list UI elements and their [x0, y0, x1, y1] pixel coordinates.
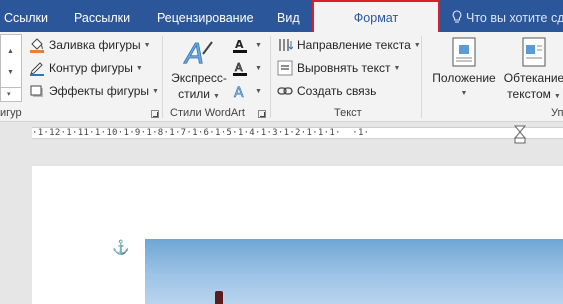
- align-text-label: Выровнять текст: [297, 61, 391, 75]
- tab-view[interactable]: Вид: [277, 0, 300, 32]
- express-styles-label-1: Экспресс-: [171, 71, 227, 85]
- scroll-up-icon[interactable]: ▲: [7, 48, 14, 55]
- text-fill-button[interactable]: A ▼: [232, 35, 262, 55]
- wordart-launcher-icon[interactable]: [258, 110, 266, 118]
- shape-gallery-scroll[interactable]: ▲ ▼ ▾: [0, 34, 22, 102]
- horizontal-ruler[interactable]: ·1·12·1·11·1·10·1·9·1·8·1·7·1·6·1·5·1·4·…: [0, 122, 563, 144]
- wrap-text-button[interactable]: Обтекание текстом ▼: [498, 36, 563, 105]
- text-outline-icon: A: [233, 61, 247, 76]
- shape-outline-button[interactable]: Контур фигуры ▼: [29, 58, 143, 78]
- create-link-label: Создать связь: [297, 84, 377, 98]
- group-label-wordart: Стили WordArt: [170, 107, 245, 119]
- express-styles-button[interactable]: A Экспресс- стили ▼: [168, 36, 230, 105]
- svg-text:A: A: [183, 37, 204, 68]
- express-styles-label-2: стили: [178, 87, 210, 101]
- text-direction-icon: [279, 39, 293, 51]
- wrap-text-icon: [522, 37, 546, 67]
- ribbon-tab-bar: Ссылки Рассылки Рецензирование Вид Форма…: [0, 0, 563, 32]
- shape-fill-button[interactable]: Заливка фигуры ▼: [29, 35, 151, 55]
- text-direction-label: Направление текста: [297, 38, 411, 52]
- lightbulb-icon: [452, 10, 462, 23]
- text-direction-button[interactable]: Направление текста ▼: [277, 35, 421, 55]
- tell-me-box[interactable]: Что вы хотите сде: [452, 0, 563, 32]
- group-label-shape-styles: игур: [0, 107, 22, 119]
- shape-outline-label: Контур фигуры: [49, 61, 133, 75]
- indent-marker-icon[interactable]: [514, 124, 526, 148]
- paint-bucket-icon: [30, 38, 44, 53]
- pencil-icon: [30, 62, 44, 76]
- wrap-text-label-1: Обтекание: [503, 71, 563, 85]
- wrap-text-label-2: текстом: [507, 87, 551, 101]
- align-text-icon: [277, 60, 293, 76]
- shape-effects-label: Эффекты фигуры: [49, 84, 150, 98]
- position-icon: [452, 37, 476, 67]
- tab-review[interactable]: Рецензирование: [157, 0, 254, 32]
- text-effects-button[interactable]: A ▼: [232, 81, 262, 101]
- link-icon: [277, 87, 293, 95]
- shape-styles-launcher-icon[interactable]: [151, 110, 159, 118]
- text-outline-button[interactable]: A ▼: [232, 58, 262, 78]
- tab-mailings[interactable]: Рассылки: [74, 0, 130, 32]
- wordart-a-icon: A: [183, 37, 213, 68]
- tab-references[interactable]: Ссылки: [4, 0, 48, 32]
- tab-format[interactable]: Формат: [312, 0, 440, 32]
- text-effects-icon: A: [234, 85, 245, 99]
- ruler-strip: ·1·12·1·11·1·10·1·9·1·8·1·7·1·6·1·5·1·4·…: [32, 127, 563, 139]
- anchor-icon[interactable]: ⚓: [112, 239, 129, 256]
- position-label: Положение: [432, 71, 496, 85]
- lighthouse-figure: [215, 291, 223, 304]
- tell-me-placeholder: Что вы хотите сде: [466, 11, 563, 25]
- shape-effects-button[interactable]: Эффекты фигуры ▼: [29, 81, 159, 101]
- position-button[interactable]: Положение ▼: [428, 36, 500, 102]
- svg-text:A: A: [235, 61, 243, 74]
- ruler-marks: ·1·12·1·11·1·10·1·9·1·8·1·7·1·6·1·5·1·4·…: [32, 128, 370, 138]
- group-label-arrange: Уп: [551, 107, 563, 119]
- create-link-button[interactable]: Создать связь: [277, 81, 376, 101]
- more-icon[interactable]: ▾: [7, 90, 11, 98]
- group-label-text: Текст: [334, 107, 362, 119]
- svg-text:A: A: [234, 85, 244, 99]
- text-fill-icon: A: [233, 38, 247, 53]
- inserted-picture[interactable]: [145, 239, 563, 304]
- shape-fill-label: Заливка фигуры: [49, 38, 141, 52]
- ribbon: ▲ ▼ ▾ Заливка фигуры ▼ Контур фигуры ▼ Эфф…: [0, 32, 563, 122]
- svg-text:A: A: [235, 38, 244, 51]
- shape-effects-icon: [30, 85, 43, 97]
- align-text-button[interactable]: Выровнять текст ▼: [277, 58, 400, 78]
- scroll-down-icon[interactable]: ▼: [7, 69, 14, 76]
